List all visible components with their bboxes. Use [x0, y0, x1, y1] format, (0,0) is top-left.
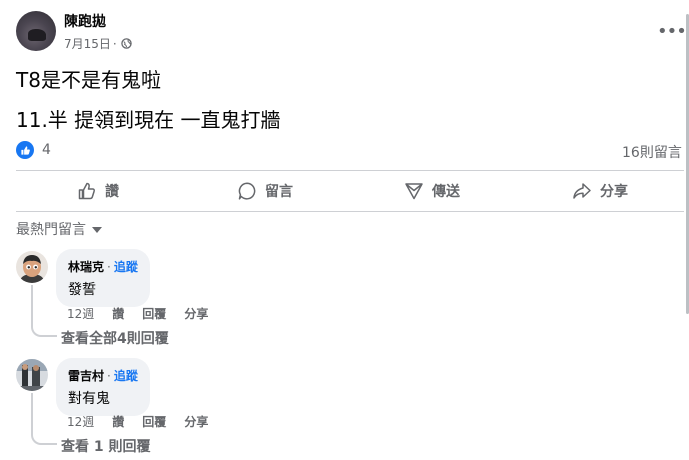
follow-link[interactable]: 追蹤 [114, 260, 138, 274]
commenter-name[interactable]: 林瑞克 [68, 260, 104, 274]
post-text-line-2: 11.半 提領到現在 一直鬼打牆 [16, 108, 281, 132]
more-options-button[interactable]: ••• [657, 21, 687, 42]
send-button[interactable]: 傳送 [404, 181, 460, 201]
post-author[interactable]: 陳跑拋 [64, 11, 106, 31]
comment-time[interactable]: 12週 [67, 305, 94, 322]
commenter-name[interactable]: 雷吉村 [68, 369, 104, 383]
comment-icon [238, 182, 256, 200]
globe-icon [121, 38, 132, 49]
comment-like-button[interactable]: 讚 [112, 413, 124, 430]
post-meta: 7月15日 · [64, 35, 132, 52]
comment-share-button[interactable]: 分享 [184, 413, 208, 430]
commenter-avatar[interactable] [16, 359, 48, 391]
name-separator: · [107, 369, 111, 383]
thread-connector [31, 393, 57, 445]
share-icon [573, 183, 591, 199]
reaction-count[interactable]: 4 [42, 142, 51, 158]
view-replies-link[interactable]: 查看全部4則回覆 [61, 328, 169, 348]
comment-bubble: 雷吉村 · 追蹤 對有鬼 [56, 358, 150, 416]
name-separator: · [107, 260, 111, 274]
thread-connector [31, 285, 57, 337]
comment-like-button[interactable]: 讚 [112, 305, 124, 322]
like-label: 讚 [105, 184, 119, 200]
meta-separator: · [112, 36, 117, 51]
comment-actions: 12週 讚 回覆 分享 [67, 413, 208, 430]
send-icon [405, 183, 423, 200]
like-icon [78, 182, 95, 200]
comment-sort-dropdown[interactable]: 最熱門留言 [16, 219, 102, 239]
divider-bottom [16, 211, 684, 212]
comment-reply-button[interactable]: 回覆 [142, 413, 166, 430]
follow-link[interactable]: 追蹤 [114, 369, 138, 383]
send-label: 傳送 [432, 184, 460, 200]
comment-label: 留言 [265, 184, 293, 200]
sort-label: 最熱門留言 [16, 222, 86, 238]
share-button[interactable]: 分享 [572, 181, 628, 201]
comment-text: 發誓 [68, 282, 96, 298]
post-date[interactable]: 7月15日 [64, 35, 111, 52]
divider-top [16, 170, 684, 171]
comment-reply-button[interactable]: 回覆 [142, 305, 166, 322]
more-icon: ••• [657, 21, 687, 42]
comment-button[interactable]: 留言 [237, 181, 293, 201]
comment-text: 對有鬼 [68, 391, 110, 407]
like-button[interactable]: 讚 [77, 181, 119, 201]
like-reaction-icon[interactable] [16, 141, 34, 159]
comment-share-button[interactable]: 分享 [184, 305, 208, 322]
comment-time[interactable]: 12週 [67, 413, 94, 430]
post-text-line-1: T8是不是有鬼啦 [16, 68, 161, 92]
share-label: 分享 [600, 184, 628, 200]
comment-actions: 12週 讚 回覆 分享 [67, 305, 208, 322]
caret-down-icon [92, 227, 102, 233]
commenter-avatar[interactable] [16, 251, 48, 283]
comment-count[interactable]: 16則留言 [622, 142, 682, 162]
view-replies-link[interactable]: 查看 1 則回覆 [61, 436, 151, 456]
author-avatar[interactable] [16, 11, 56, 51]
comment-bubble: 林瑞克 · 追蹤 發誓 [56, 249, 150, 307]
